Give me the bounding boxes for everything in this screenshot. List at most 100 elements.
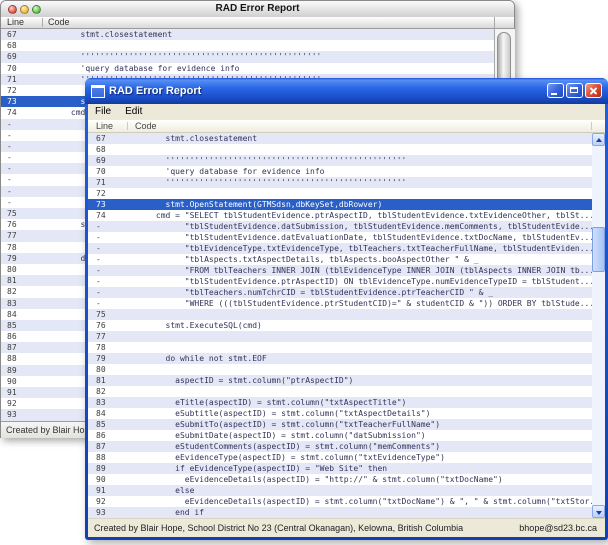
line-number: 75 — [88, 309, 127, 320]
code-row[interactable]: 92 eEvidenceDetails(aspectID) = stmt.col… — [88, 496, 592, 507]
line-number: - — [88, 254, 127, 265]
code-row[interactable]: 78 — [88, 342, 592, 353]
code-text: 'query database for evidence info — [127, 166, 592, 177]
code-row[interactable]: - "WHERE (((tblStudentEvidence.ptrStuden… — [88, 298, 592, 309]
code-row[interactable]: 80 — [88, 364, 592, 375]
code-row[interactable]: - "tblEvidenceType.txtEvidenceType, tblT… — [88, 243, 592, 254]
column-line: Line — [7, 17, 24, 28]
close-button[interactable] — [585, 83, 602, 98]
line-number: 72 — [88, 188, 127, 199]
code-row[interactable]: 83 eTitle(aspectID) = stmt.column("txtAs… — [88, 397, 592, 408]
code-row[interactable]: 68 — [88, 144, 592, 155]
close-icon[interactable] — [8, 5, 17, 14]
code-row[interactable]: - "tblStudentEvidence.ptrAspectID) ON tb… — [88, 276, 592, 287]
column-divider — [42, 18, 43, 27]
code-row[interactable]: 81 aspectID = stmt.column("ptrAspectID") — [88, 375, 592, 386]
line-number: 70 — [88, 166, 127, 177]
code-text: end if — [127, 507, 592, 518]
code-row[interactable]: 86 eSubmitDate(aspectID) = stmt.column("… — [88, 430, 592, 441]
line-number: - — [88, 221, 127, 232]
code-row[interactable]: 79 do while not stmt.EOF — [88, 353, 592, 364]
code-row[interactable]: - "tblTeachers.numTchrCID = tblStudentEv… — [88, 287, 592, 298]
code-row[interactable]: 91 else — [88, 485, 592, 496]
mac-titlebar[interactable]: RAD Error Report — [1, 1, 514, 18]
code-row[interactable]: 77 — [88, 331, 592, 342]
code-text: stmt.OpenStatement(GTMSdsn,dbKeySet,dbRo… — [127, 199, 592, 210]
code-row[interactable]: 89 if eEvidenceType(aspectID) = "Web Sit… — [88, 463, 592, 474]
code-text — [127, 331, 592, 342]
code-text: "FROM tblTeachers INNER JOIN (tblEvidenc… — [127, 265, 592, 276]
code-text: else — [127, 485, 592, 496]
code-row[interactable]: 67 stmt.closestatement — [88, 133, 592, 144]
minimize-button[interactable] — [547, 83, 564, 98]
code-row[interactable]: 88 eEvidenceType(aspectID) = stmt.column… — [88, 452, 592, 463]
vertical-scrollbar[interactable] — [592, 133, 605, 518]
maximize-button[interactable] — [566, 83, 583, 98]
status-email: bhope@sd23.bc.ca — [519, 519, 597, 537]
line-number: - — [88, 276, 127, 287]
line-number: 77 — [1, 230, 42, 241]
line-number: - — [88, 298, 127, 309]
code-row[interactable]: - "tblStudentEvidence.datEvaluationDate,… — [88, 232, 592, 243]
code-text: eStudentComments(aspectID) = stmt.column… — [127, 441, 592, 452]
code-row[interactable]: 85 eSubmitTo(aspectID) = stmt.column("tx… — [88, 419, 592, 430]
code-text: ''''''''''''''''''''''''''''''''''''''''… — [42, 51, 494, 62]
column-line: Line — [96, 120, 113, 132]
line-number: 74 — [88, 210, 127, 221]
zoom-icon[interactable] — [32, 5, 41, 14]
menu-item-edit[interactable]: Edit — [118, 104, 149, 120]
line-number: 76 — [1, 219, 42, 230]
code-row[interactable]: - "FROM tblTeachers INNER JOIN (tblEvide… — [88, 265, 592, 276]
scroll-down-button[interactable] — [592, 505, 605, 518]
code-text — [42, 40, 494, 51]
code-text: eEvidenceDetails(aspectID) = "http://" &… — [127, 474, 592, 485]
line-number: 72 — [1, 85, 42, 96]
line-number: 71 — [1, 74, 42, 85]
code-row[interactable]: - "tblStudentEvidence.datSubmission, tbl… — [88, 221, 592, 232]
code-row[interactable]: 75 — [88, 309, 592, 320]
code-row[interactable]: - "tblAspects.txtAspectDetails, tblAspec… — [88, 254, 592, 265]
code-row[interactable]: 73 stmt.OpenStatement(GTMSdsn,dbKeySet,d… — [88, 199, 592, 210]
code-row[interactable]: 68 — [1, 40, 494, 51]
line-number: - — [88, 243, 127, 254]
code-row[interactable]: 70 'query database for evidence info — [88, 166, 592, 177]
code-row[interactable]: 71 '''''''''''''''''''''''''''''''''''''… — [88, 177, 592, 188]
code-text: "tblEvidenceType.txtEvidenceType, tblTea… — [127, 243, 592, 254]
code-row[interactable]: 69 '''''''''''''''''''''''''''''''''''''… — [88, 155, 592, 166]
code-text: "tblTeachers.numTchrCID = tblStudentEvid… — [127, 287, 592, 298]
code-text — [127, 309, 592, 320]
code-text: stmt.ExecuteSQL(cmd) — [127, 320, 592, 331]
scroll-up-button[interactable] — [592, 133, 605, 146]
window-icon — [91, 85, 105, 98]
code-row[interactable]: 84 eSubtitle(aspectID) = stmt.column("tx… — [88, 408, 592, 419]
menu-bar: File Edit — [88, 104, 605, 120]
line-number: 91 — [88, 485, 127, 496]
column-divider — [127, 122, 128, 130]
line-number: 93 — [1, 409, 42, 420]
menu-item-file[interactable]: File — [88, 104, 118, 120]
minimize-icon[interactable] — [20, 5, 29, 14]
code-row[interactable]: 74 cmd = "SELECT tblStudentEvidence.ptrA… — [88, 210, 592, 221]
line-number: - — [1, 186, 42, 197]
code-row[interactable]: 69 '''''''''''''''''''''''''''''''''''''… — [1, 51, 494, 62]
scrollbar-thumb[interactable] — [592, 227, 605, 272]
code-text: eEvidenceDetails(aspectID) = stmt.column… — [127, 496, 592, 507]
line-number: 87 — [88, 441, 127, 452]
xp-titlebar[interactable]: RAD Error Report — [85, 78, 608, 104]
line-number: 68 — [88, 144, 127, 155]
line-number: 85 — [88, 419, 127, 430]
code-row[interactable]: 72 — [88, 188, 592, 199]
line-number: 81 — [1, 275, 42, 286]
code-text: aspectID = stmt.column("ptrAspectID") — [127, 375, 592, 386]
code-row[interactable]: 87 eStudentComments(aspectID) = stmt.col… — [88, 441, 592, 452]
code-row[interactable]: 70 'query database for evidence info — [1, 63, 494, 74]
code-row[interactable]: 82 — [88, 386, 592, 397]
line-number: 80 — [1, 264, 42, 275]
code-row[interactable]: 67 stmt.closestatement — [1, 29, 494, 40]
code-row[interactable]: 76 stmt.ExecuteSQL(cmd) — [88, 320, 592, 331]
code-row[interactable]: 90 eEvidenceDetails(aspectID) = "http://… — [88, 474, 592, 485]
code-row[interactable]: 93 end if — [88, 507, 592, 518]
line-number: - — [1, 119, 42, 130]
line-number: 86 — [1, 331, 42, 342]
line-number: 69 — [1, 51, 42, 62]
